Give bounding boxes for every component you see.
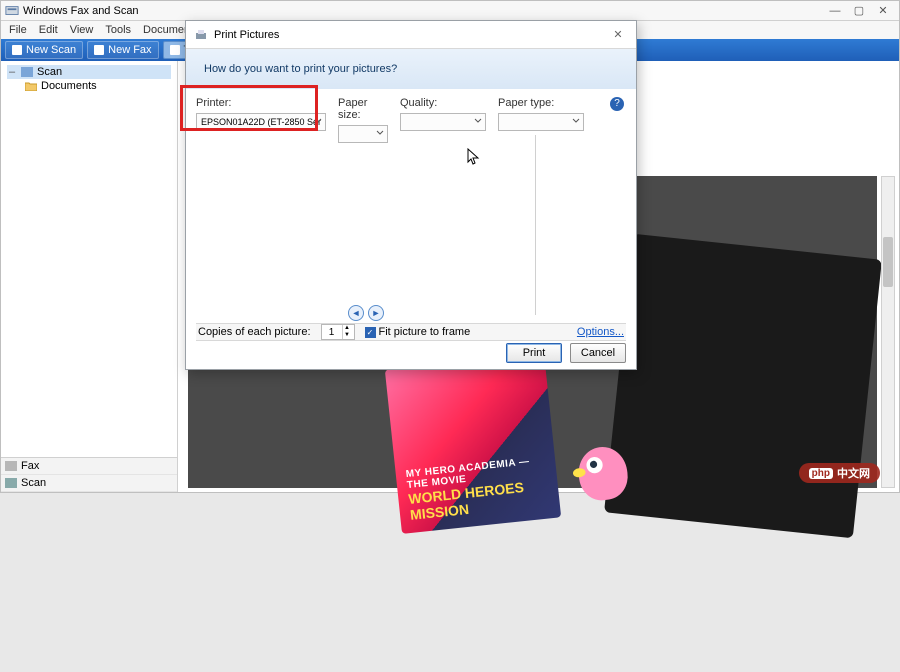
- dialog-header: How do you want to print your pictures?: [186, 49, 636, 89]
- chevron-down-icon: [314, 117, 322, 125]
- dvd-case-graphic: PINO: [604, 234, 882, 539]
- dialog-buttons: Print Cancel: [506, 343, 626, 363]
- copies-down[interactable]: ▼: [342, 332, 352, 339]
- chevron-down-icon: [572, 117, 580, 125]
- dialog-titlebar: Print Pictures ✕: [186, 21, 636, 49]
- paper-type-dropdown[interactable]: [498, 113, 584, 131]
- preview-icon: [170, 45, 180, 55]
- app-icon: [5, 4, 19, 18]
- help-icon[interactable]: ?: [610, 97, 624, 111]
- print-button[interactable]: Print: [506, 343, 562, 363]
- menu-view[interactable]: View: [70, 24, 94, 36]
- menu-edit[interactable]: Edit: [39, 24, 58, 36]
- scan-icon: [12, 45, 22, 55]
- collapse-icon[interactable]: –: [7, 66, 17, 78]
- movie-poster-graphic: MY HERO ACADEMIA — THE MOVIE WORLD HEROE…: [385, 353, 561, 534]
- tree-label-scan: Scan: [37, 66, 62, 78]
- new-scan-button[interactable]: New Scan: [5, 41, 83, 59]
- sidebar: – Scan Documents Fax Scan: [1, 61, 178, 492]
- dialog-preview-right: [536, 135, 626, 315]
- watermark-logo: php: [809, 468, 833, 479]
- fit-checkbox[interactable]: ✓: [365, 327, 376, 338]
- dialog-close-button[interactable]: ✕: [608, 28, 628, 41]
- scanner-icon: [21, 67, 33, 77]
- copies-stepper[interactable]: ▲▼: [321, 324, 355, 340]
- tree-node-scan[interactable]: – Scan: [7, 65, 171, 79]
- print-pictures-dialog: Print Pictures ✕ How do you want to prin…: [185, 20, 637, 370]
- chevron-down-icon: [474, 117, 482, 125]
- watermark: php 中文网: [799, 463, 880, 483]
- folder-icon: [25, 81, 37, 91]
- watermark-text: 中文网: [837, 465, 870, 481]
- cancel-button-label: Cancel: [581, 347, 615, 359]
- copies-input[interactable]: [322, 327, 342, 338]
- options-link[interactable]: Options...: [577, 326, 624, 338]
- app-title: Windows Fax and Scan: [23, 5, 139, 17]
- printer-label: Printer:: [196, 97, 326, 109]
- tree-node-documents[interactable]: Documents: [7, 79, 171, 93]
- printer-dropdown[interactable]: EPSON01A22D (ET-2850 Series): [196, 113, 326, 131]
- scrollbar[interactable]: [881, 176, 895, 488]
- dialog-title: Print Pictures: [214, 29, 279, 41]
- tab-fax-label: Fax: [21, 460, 39, 472]
- paper-type-label: Paper type:: [498, 97, 584, 109]
- fax-icon: [94, 45, 104, 55]
- printer-value: EPSON01A22D (ET-2850 Series): [201, 117, 321, 127]
- bottom-tabs: Fax Scan: [1, 457, 177, 492]
- print-button-label: Print: [523, 347, 546, 359]
- menu-tools[interactable]: Tools: [105, 24, 131, 36]
- quality-label: Quality:: [400, 97, 486, 109]
- fax-tab-icon: [5, 461, 17, 471]
- cancel-button[interactable]: Cancel: [570, 343, 626, 363]
- close-button[interactable]: ✕: [871, 3, 895, 19]
- dialog-preview-area: [196, 135, 626, 315]
- maximize-button[interactable]: ▢: [847, 3, 871, 19]
- title-bar: Windows Fax and Scan — ▢ ✕: [1, 1, 899, 21]
- paper-size-label: Paper size:: [338, 97, 388, 121]
- tab-scan-label: Scan: [21, 477, 46, 489]
- new-scan-label: New Scan: [26, 44, 76, 56]
- minimize-button[interactable]: —: [823, 3, 847, 19]
- scroll-thumb[interactable]: [883, 237, 893, 287]
- next-button[interactable]: ►: [368, 305, 384, 321]
- new-fax-label: New Fax: [108, 44, 151, 56]
- quality-dropdown[interactable]: [400, 113, 486, 131]
- fit-label: Fit picture to frame: [379, 326, 471, 338]
- copies-up[interactable]: ▲: [342, 325, 352, 332]
- new-fax-button[interactable]: New Fax: [87, 41, 158, 59]
- dialog-body: Printer: EPSON01A22D (ET-2850 Series) Pa…: [186, 89, 636, 369]
- menu-file[interactable]: File: [9, 24, 27, 36]
- dialog-bottom-row: Copies of each picture: ▲▼ ✓ Fit picture…: [196, 323, 626, 341]
- prev-button[interactable]: ◄: [348, 305, 364, 321]
- dialog-preview-left: [196, 135, 536, 315]
- copies-label: Copies of each picture:: [198, 326, 311, 338]
- bird-graphic: [567, 436, 639, 512]
- dialog-heading: How do you want to print your pictures?: [204, 63, 397, 75]
- tree-label-documents: Documents: [41, 80, 97, 92]
- tab-fax[interactable]: Fax: [1, 458, 177, 475]
- preview-nav: ◄ ►: [186, 305, 546, 321]
- folder-tree: – Scan Documents: [1, 61, 177, 457]
- fit-checkbox-row[interactable]: ✓ Fit picture to frame: [365, 326, 471, 338]
- printer-icon: [194, 28, 208, 42]
- tab-scan[interactable]: Scan: [1, 475, 177, 492]
- scan-tab-icon: [5, 478, 17, 488]
